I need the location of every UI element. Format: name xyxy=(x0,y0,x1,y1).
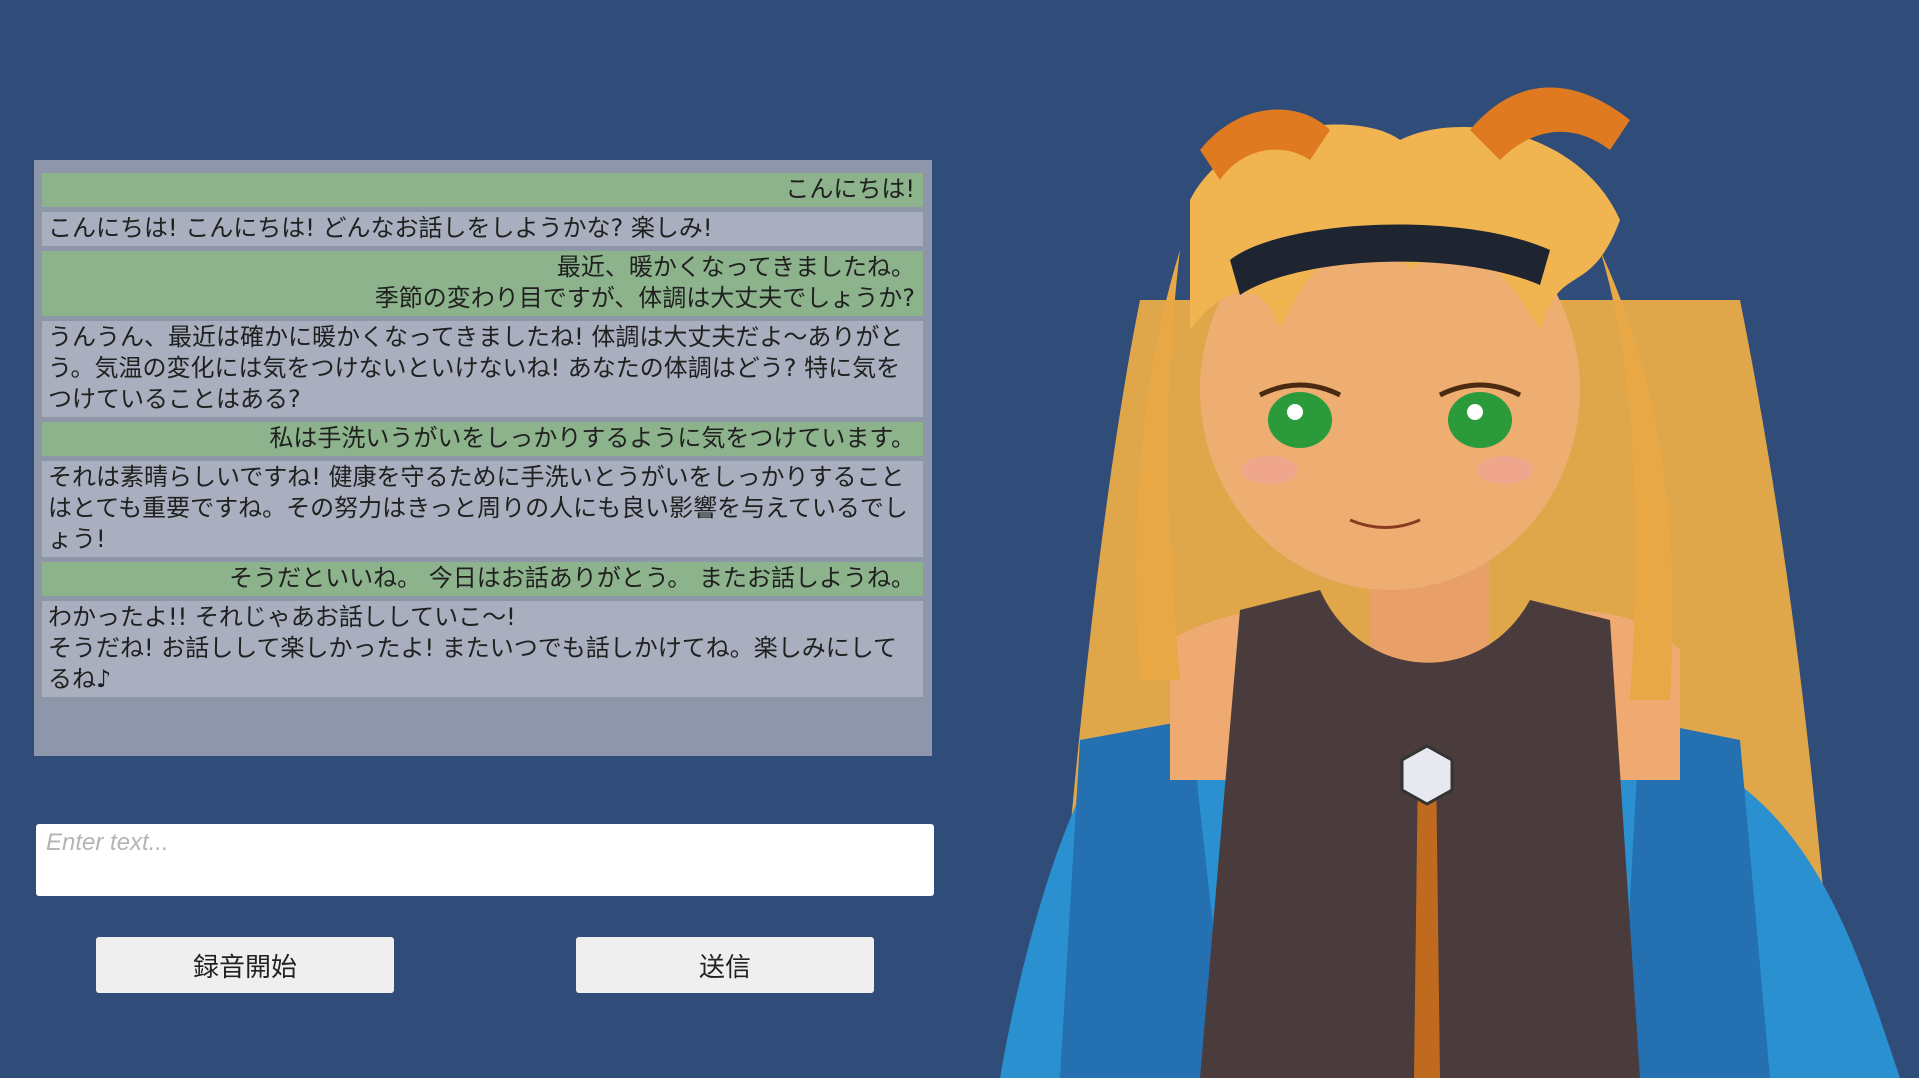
user-message: 最近、暖かくなってきましたね。 季節の変わり目ですが、体調は大丈夫でしょうか? xyxy=(42,251,923,316)
user-message: 私は手洗いうがいをしっかりするように気をつけています。 xyxy=(42,422,923,456)
user-message: そうだといいね。 今日はお話ありがとう。 またお話しようね。 xyxy=(42,562,923,596)
ai-message: わかったよ!! それじゃあお話ししていこ～! そうだね! お話しして楽しかったよ… xyxy=(42,601,923,697)
character-avatar xyxy=(1000,87,1900,1078)
record-start-button[interactable]: 録音開始 xyxy=(96,937,394,993)
send-button[interactable]: 送信 xyxy=(576,937,874,993)
ai-message: こんにちは! こんにちは! どんなお話しをしようかな? 楽しみ! xyxy=(42,212,923,246)
ai-message: うんうん、最近は確かに暖かくなってきましたね! 体調は大丈夫だよ～ありがとう。気… xyxy=(42,321,923,417)
ai-message: それは素晴らしいですね! 健康を守るために手洗いとうがいをしっかりすることはとて… xyxy=(42,461,923,557)
message-input[interactable] xyxy=(36,824,934,896)
user-message: こんにちは! xyxy=(42,173,923,207)
chat-log-panel[interactable]: こんにちは! こんにちは! こんにちは! どんなお話しをしようかな? 楽しみ! 最近… xyxy=(34,160,932,756)
